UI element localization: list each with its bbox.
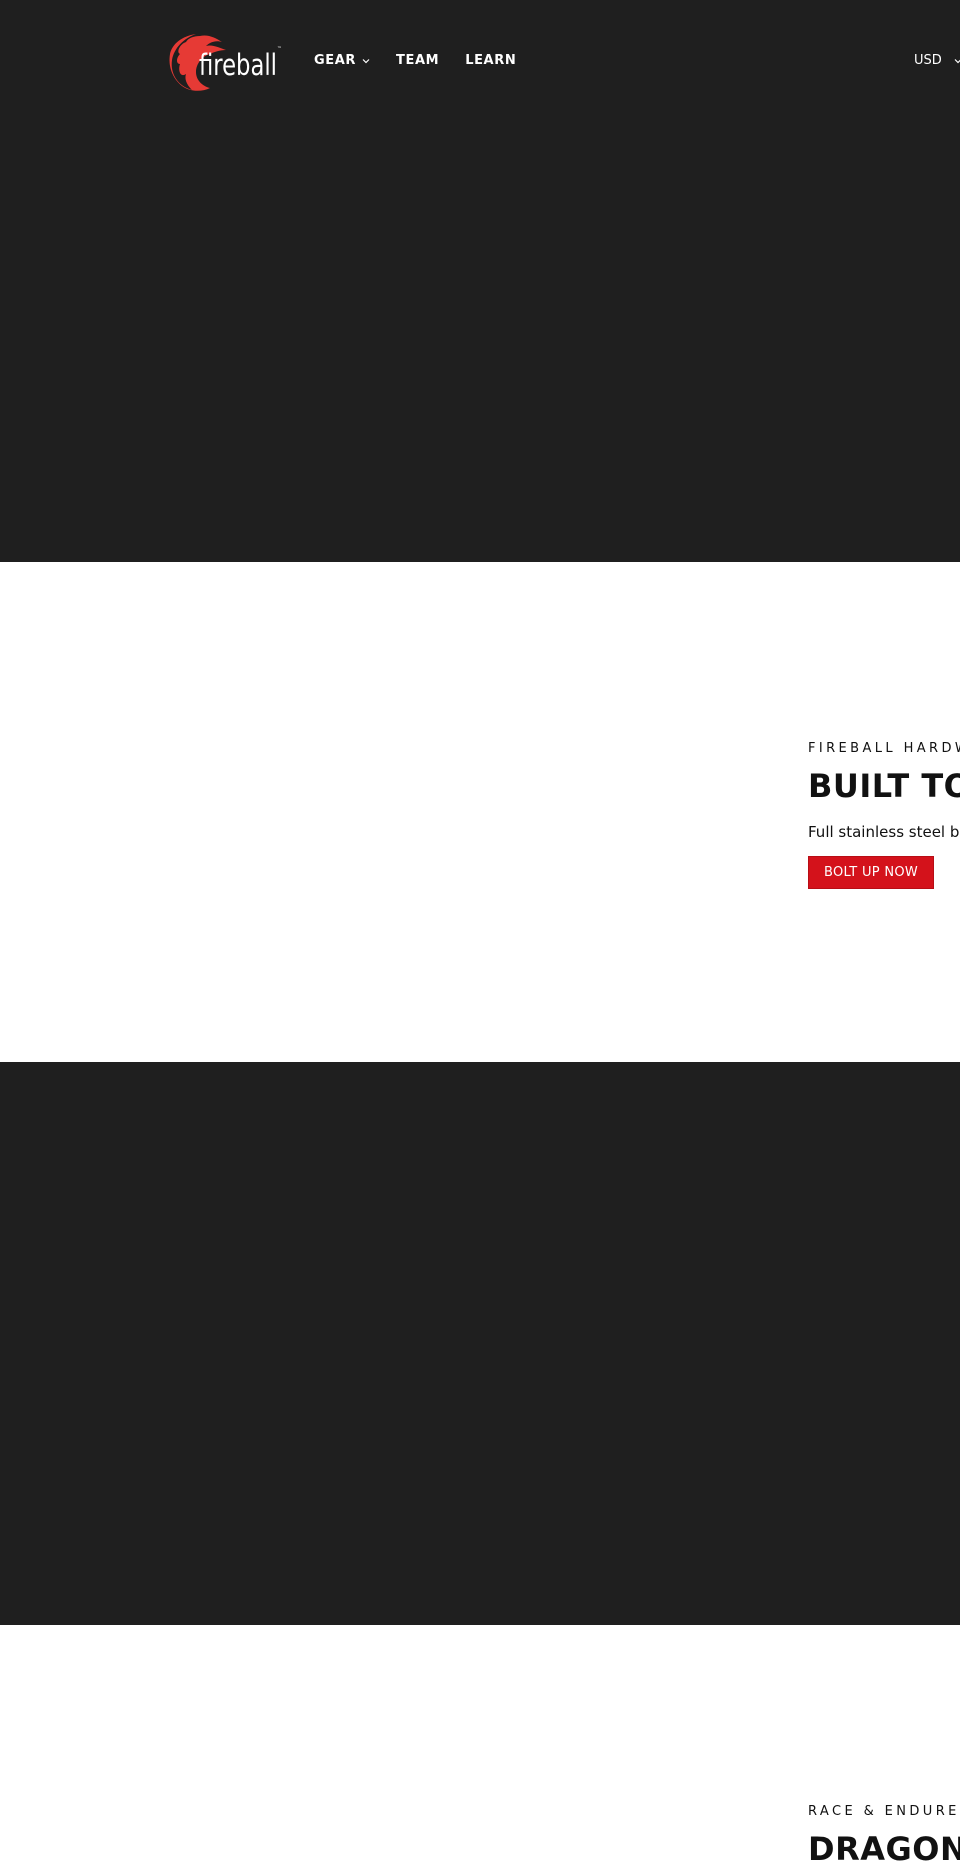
feature-race: RACE & ENDURE DRAGON B: [808, 1803, 960, 1869]
chevron-down-icon: [362, 58, 370, 63]
svg-text:fireball: fireball: [199, 48, 277, 82]
currency-label: USD: [914, 53, 942, 68]
nav-item-gear[interactable]: GEAR: [314, 53, 370, 68]
currency-selector[interactable]: USD: [914, 53, 960, 68]
feature-hardware: FIREBALL HARDWA BUILT TO Full stainless …: [808, 740, 960, 889]
nav-item-label: TEAM: [396, 53, 440, 68]
section-eyebrow: FIREBALL HARDWA: [808, 741, 960, 756]
flame-icon: fireball ™: [169, 34, 282, 91]
nav-item-learn[interactable]: LEARN: [465, 53, 516, 68]
hero-banner-2: [0, 1062, 960, 1625]
chevron-down-icon: [954, 58, 960, 63]
section-body: Full stainless steel bolt: [808, 823, 960, 841]
nav-item-team[interactable]: TEAM: [396, 53, 439, 68]
nav-item-label: LEARN: [465, 53, 517, 68]
main-nav: GEAR TEAM LEARN: [314, 53, 516, 68]
site-header: fireball ™ GEAR TEAM LEARN USD: [0, 0, 960, 124]
section-title: BUILT TO: [808, 767, 960, 805]
section-title: DRAGON B: [808, 1830, 960, 1868]
nav-item-label: GEAR: [314, 53, 357, 68]
section-eyebrow: RACE & ENDURE: [808, 1804, 960, 1819]
bolt-up-now-button[interactable]: BOLT UP NOW: [808, 856, 935, 889]
fireball-logo[interactable]: fireball ™: [166, 30, 284, 94]
svg-text:™: ™: [277, 46, 282, 52]
